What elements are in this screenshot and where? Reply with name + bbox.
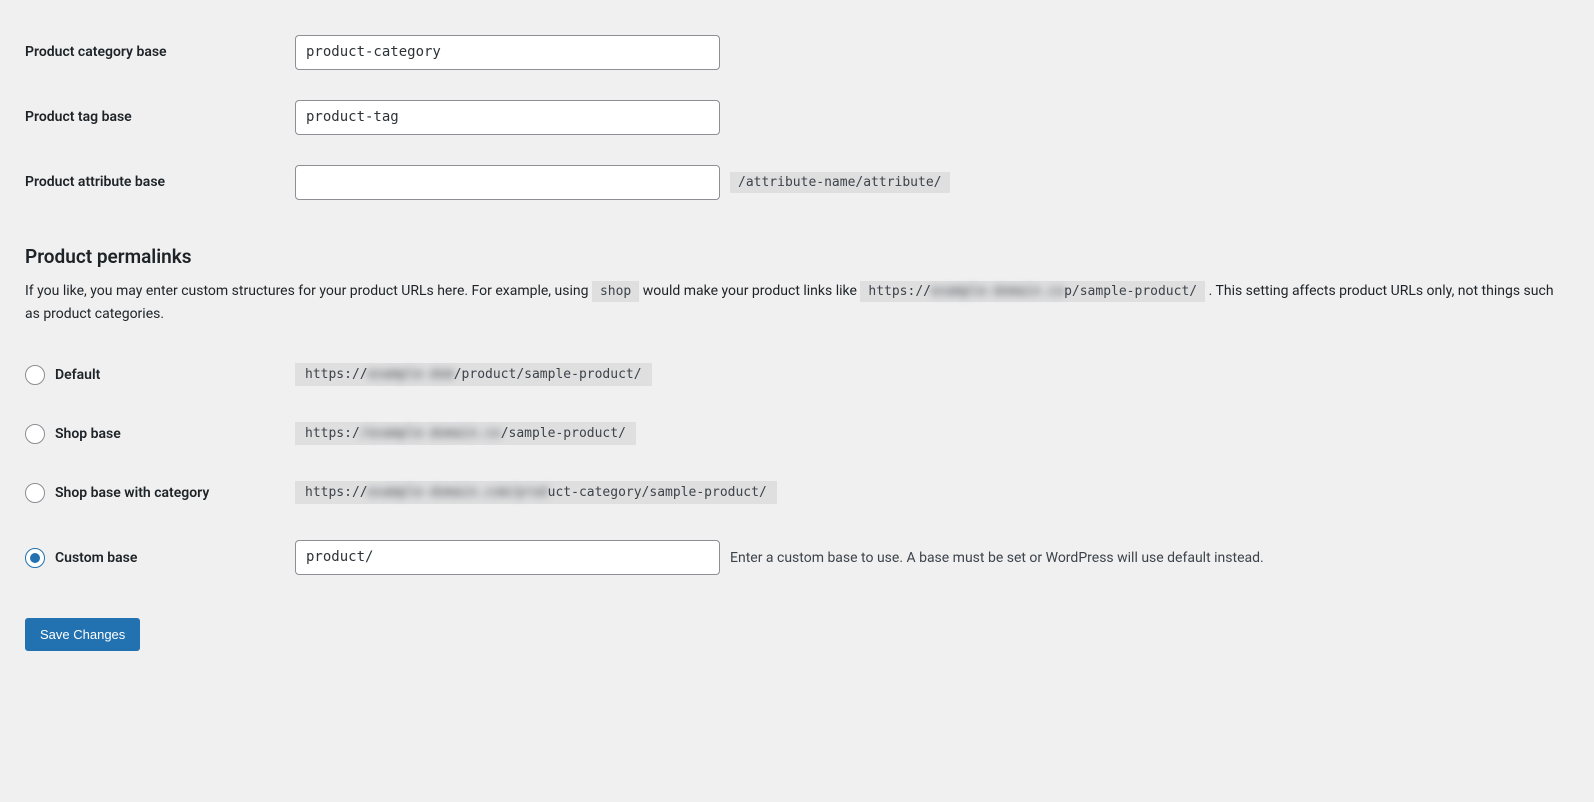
shop-base-cat-radio[interactable] <box>25 483 45 503</box>
custom-base-option-label[interactable]: Custom base <box>25 548 285 568</box>
permalinks-description: If you like, you may enter custom struct… <box>25 280 1569 325</box>
attribute-base-hint: /attribute-name/attribute/ <box>730 172 950 193</box>
tag-base-input[interactable] <box>295 100 720 135</box>
custom-base-help: Enter a custom base to use. A base must … <box>730 550 1264 566</box>
custom-base-input[interactable] <box>295 540 720 575</box>
attribute-base-label: Product attribute base <box>25 150 295 215</box>
attribute-base-input[interactable] <box>295 165 720 200</box>
category-base-input[interactable] <box>295 35 720 70</box>
shop-base-url-example: https://example-domain.co/sample-product… <box>295 422 636 445</box>
save-changes-button[interactable]: Save Changes <box>25 618 140 651</box>
example-url-code: https://example-domain.cop/sample-produc… <box>860 281 1205 302</box>
default-option-label[interactable]: Default <box>25 365 285 385</box>
shop-base-cat-option-label[interactable]: Shop base with category <box>25 483 285 503</box>
category-base-label: Product category base <box>25 20 295 85</box>
permalink-bases-table: Product category base Product tag base P… <box>25 20 1569 215</box>
custom-base-radio[interactable] <box>25 548 45 568</box>
permalink-options-table: Default https://example-dom/product/samp… <box>25 345 1569 593</box>
shop-base-option-label[interactable]: Shop base <box>25 424 285 444</box>
shop-base-radio[interactable] <box>25 424 45 444</box>
tag-base-label: Product tag base <box>25 85 295 150</box>
product-permalinks-heading: Product permalinks <box>25 245 1569 268</box>
shop-base-cat-url-example: https://example-domain.com/product-categ… <box>295 481 777 504</box>
example-code-shop: shop <box>592 281 639 302</box>
default-radio[interactable] <box>25 365 45 385</box>
default-url-example: https://example-dom/product/sample-produ… <box>295 363 652 386</box>
